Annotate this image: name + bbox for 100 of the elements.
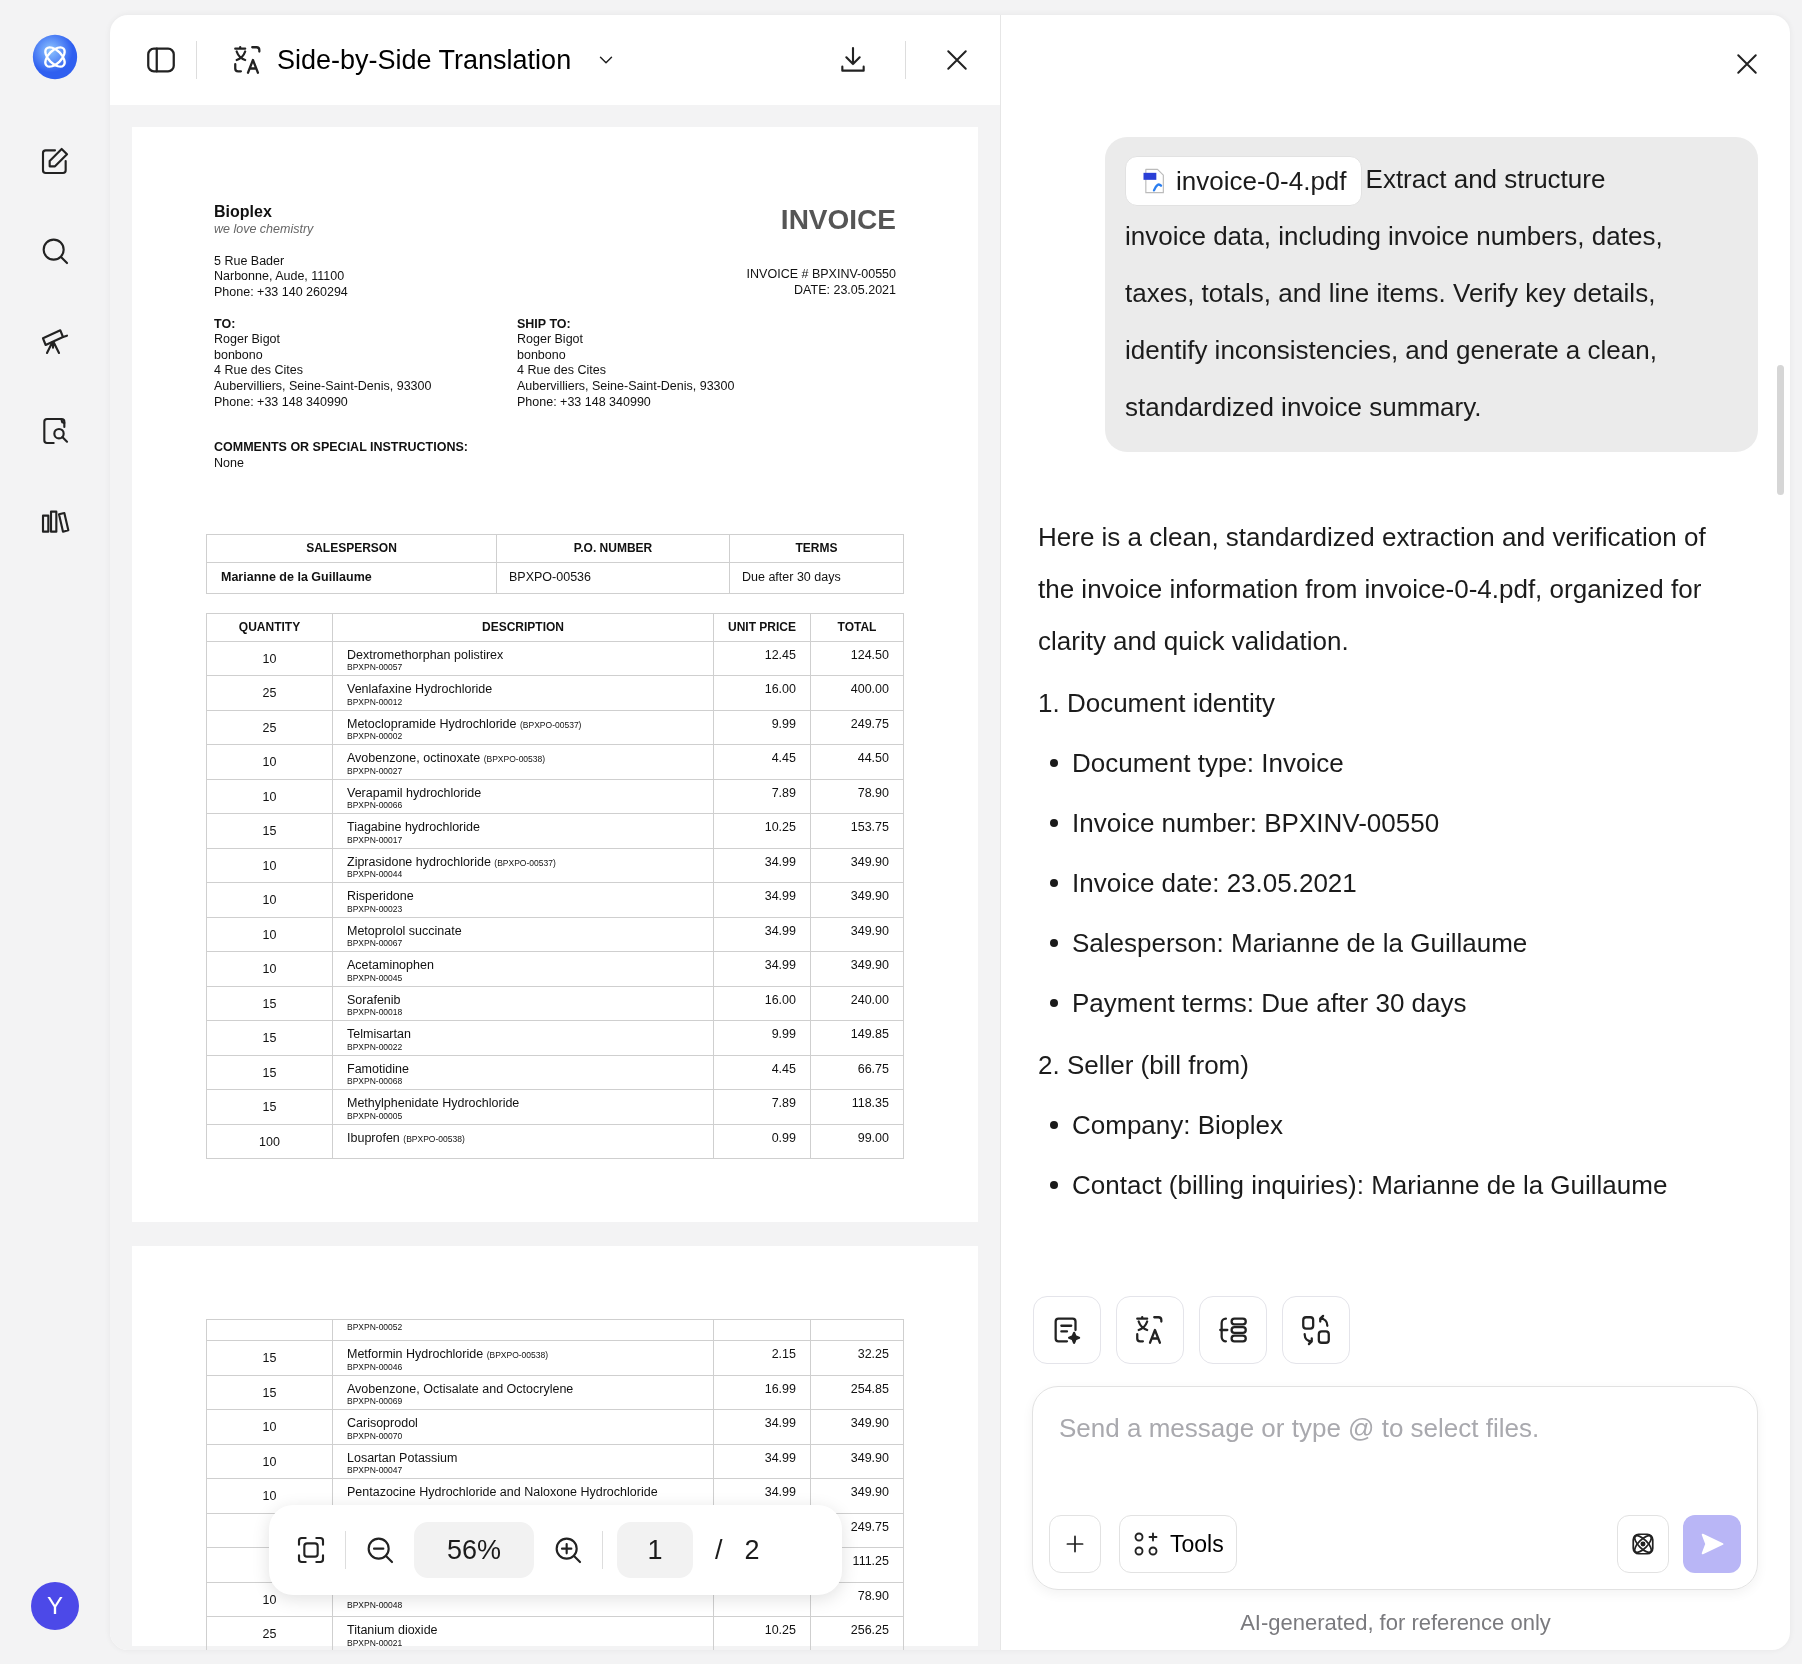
column-header: QUANTITY — [206, 613, 333, 641]
item-code: BPXPN-00057 — [347, 663, 404, 672]
quantity-cell: 25 — [262, 686, 277, 700]
address-label: SHIP TO: — [517, 316, 572, 333]
item-code: BPXPN-00044 — [347, 870, 404, 879]
convert-icon — [1299, 1313, 1333, 1347]
bullet-text: Company: Bioplex — [1072, 1109, 1283, 1142]
quantity-cell: 10 — [262, 651, 277, 666]
quantity-cell: 15 — [262, 1100, 277, 1114]
item-name: Famotidine — [347, 1061, 409, 1076]
translate-button[interactable] — [1116, 1296, 1184, 1364]
bullet-text: Salesperson: Marianne de la Guillaume — [1072, 927, 1528, 960]
total-cell: 349.90 — [850, 1416, 889, 1430]
unit-price-cell: 12.45 — [764, 647, 796, 662]
item-name: Losartan Potassium — [347, 1450, 458, 1465]
item-code: BPXPN-00021 — [347, 1638, 404, 1648]
unit-price-cell: 7.89 — [771, 1096, 796, 1110]
fit-page-icon — [295, 1534, 327, 1566]
unit-price-cell: 4.45 — [771, 1061, 796, 1076]
quantity-cell: 15 — [262, 1385, 277, 1400]
bullet-dot — [1050, 1121, 1058, 1129]
zoom-level[interactable]: 56% — [414, 1522, 534, 1578]
app-logo-button[interactable] — [31, 33, 79, 81]
bullet-dot — [1050, 819, 1058, 827]
total-cell: 254.85 — [850, 1381, 889, 1396]
total-cell: 66.75 — [857, 1061, 889, 1076]
quantity-cell: 10 — [262, 1420, 277, 1434]
unit-price-cell: 34.99 — [764, 1450, 796, 1465]
total-cell: 111.25 — [852, 1554, 889, 1568]
total-cell: 400.00 — [850, 682, 889, 696]
view-mode-dropdown[interactable]: Side-by-Side Translation — [227, 35, 622, 85]
item-code: BPXPN-00027 — [347, 766, 404, 776]
quantity-cell: 100 — [259, 1134, 280, 1149]
invoice-title: INVOICE — [779, 203, 896, 237]
model-button[interactable] — [1617, 1515, 1669, 1573]
avatar[interactable]: Y — [31, 1582, 79, 1630]
po-reference: (BPXPO-00538) — [486, 1350, 549, 1360]
quantity-cell: 10 — [262, 927, 277, 942]
unit-price-cell: 16.00 — [764, 682, 796, 696]
po-reference: (BPXPO-00538) — [483, 754, 546, 764]
bullet-dot — [1050, 879, 1058, 887]
attachment-chip[interactable]: invoice-0-4.pdf — [1125, 156, 1362, 207]
address-line: Roger Bigot — [517, 332, 584, 348]
section-heading: 2. Seller (bill from) — [1038, 1049, 1250, 1082]
item-code: BPXPN-00046 — [347, 1362, 404, 1372]
comments-label: COMMENTS OR SPECIAL INSTRUCTIONS: — [214, 440, 469, 456]
outline-button[interactable] — [1199, 1296, 1267, 1364]
bullet-dot — [1050, 759, 1058, 767]
total-cell: 153.75 — [850, 820, 889, 834]
prompt-text: invoice data, including invoice numbers, dates, taxes, totals, and line items. Verify key details, identify inconsistencies, and generate a clean, standardized invoice summary. — [1125, 220, 1664, 424]
bullet-text: Invoice date: 23.05.2021 — [1072, 867, 1357, 900]
quantity-cell: 10 — [262, 755, 277, 769]
total-cell: 249.75 — [850, 1519, 889, 1534]
item-name: Methylphenidate Hydrochloride — [347, 1096, 520, 1110]
total-cell: 149.85 — [850, 1027, 889, 1041]
item-name: Ziprasidone hydrochloride — [347, 854, 491, 869]
unit-price-cell: 34.99 — [764, 923, 796, 938]
po-reference: (BPXPO-00538) — [403, 1133, 465, 1144]
bullet-dot — [1050, 939, 1058, 947]
total-cell: 124.50 — [850, 647, 889, 662]
total-cell: 78.90 — [857, 785, 889, 800]
address-line: Aubervilliers, Seine-Saint-Denis, 93300 — [214, 379, 433, 395]
unit-price-cell: 16.00 — [764, 992, 796, 1007]
address-line: Phone: +33 148 340990 — [214, 394, 349, 411]
unit-price-cell: 9.99 — [771, 716, 796, 731]
section-heading: 1. Document identity — [1038, 687, 1276, 720]
address-line: bonbono — [214, 347, 264, 364]
item-name: Sorafenib — [347, 992, 401, 1007]
quantity-cell: 15 — [262, 1065, 277, 1080]
item-code: BPXPN-00069 — [347, 1397, 404, 1406]
quantity-cell: 15 — [262, 1351, 277, 1365]
item-name: Titanium dioxide — [347, 1623, 438, 1637]
table-cell: Marianne de la Guillaume — [206, 562, 497, 593]
item-code: BPXPN-00068 — [347, 1077, 404, 1086]
address-line: 5 Rue Bader — [214, 253, 286, 270]
item-name: Avobenzone, Octisalate and Octocrylene — [347, 1381, 574, 1396]
page-number-field[interactable]: 1 — [617, 1522, 693, 1578]
item-name: Metoclopramide Hydrochloride — [347, 716, 517, 731]
reply-text: Here is a clean, standardized extraction and verification of the invoice information from invoice-0-4.pdf, organized for clarity and quick validation. — [1038, 521, 1707, 658]
quantity-cell: 10 — [262, 962, 277, 976]
convert-button[interactable] — [1282, 1296, 1350, 1364]
item-name: Ibuprofen — [347, 1130, 400, 1145]
total-cell: 240.00 — [850, 992, 889, 1007]
item-code: BPXPN-00070 — [347, 1431, 404, 1441]
total-cell: 78.90 — [857, 1588, 889, 1603]
address-label: TO: — [214, 316, 237, 333]
item-code: BPXPN-00002 — [347, 732, 404, 741]
address-line: Roger Bigot — [214, 332, 281, 348]
item-code: BPXPN-00067 — [347, 939, 404, 948]
item-code: BPXPN-00012 — [347, 697, 404, 707]
summarize-button[interactable] — [1033, 1296, 1101, 1364]
tools-button[interactable]: Tools — [1119, 1515, 1237, 1573]
item-name: Tiagabine hydrochloride — [347, 820, 480, 834]
unit-price-cell: 7.89 — [771, 785, 796, 800]
address-line: 4 Rue des Cites — [517, 363, 607, 379]
table-cell: Due after 30 days — [729, 562, 904, 593]
table-cell: BPXPO-00536 — [496, 562, 730, 593]
tools-icon — [1132, 1530, 1160, 1558]
bullet-text: Contact (billing inquiries): Marianne de la Guillaume — [1072, 1169, 1668, 1202]
bullet-text: Document type: Invoice — [1072, 747, 1344, 780]
